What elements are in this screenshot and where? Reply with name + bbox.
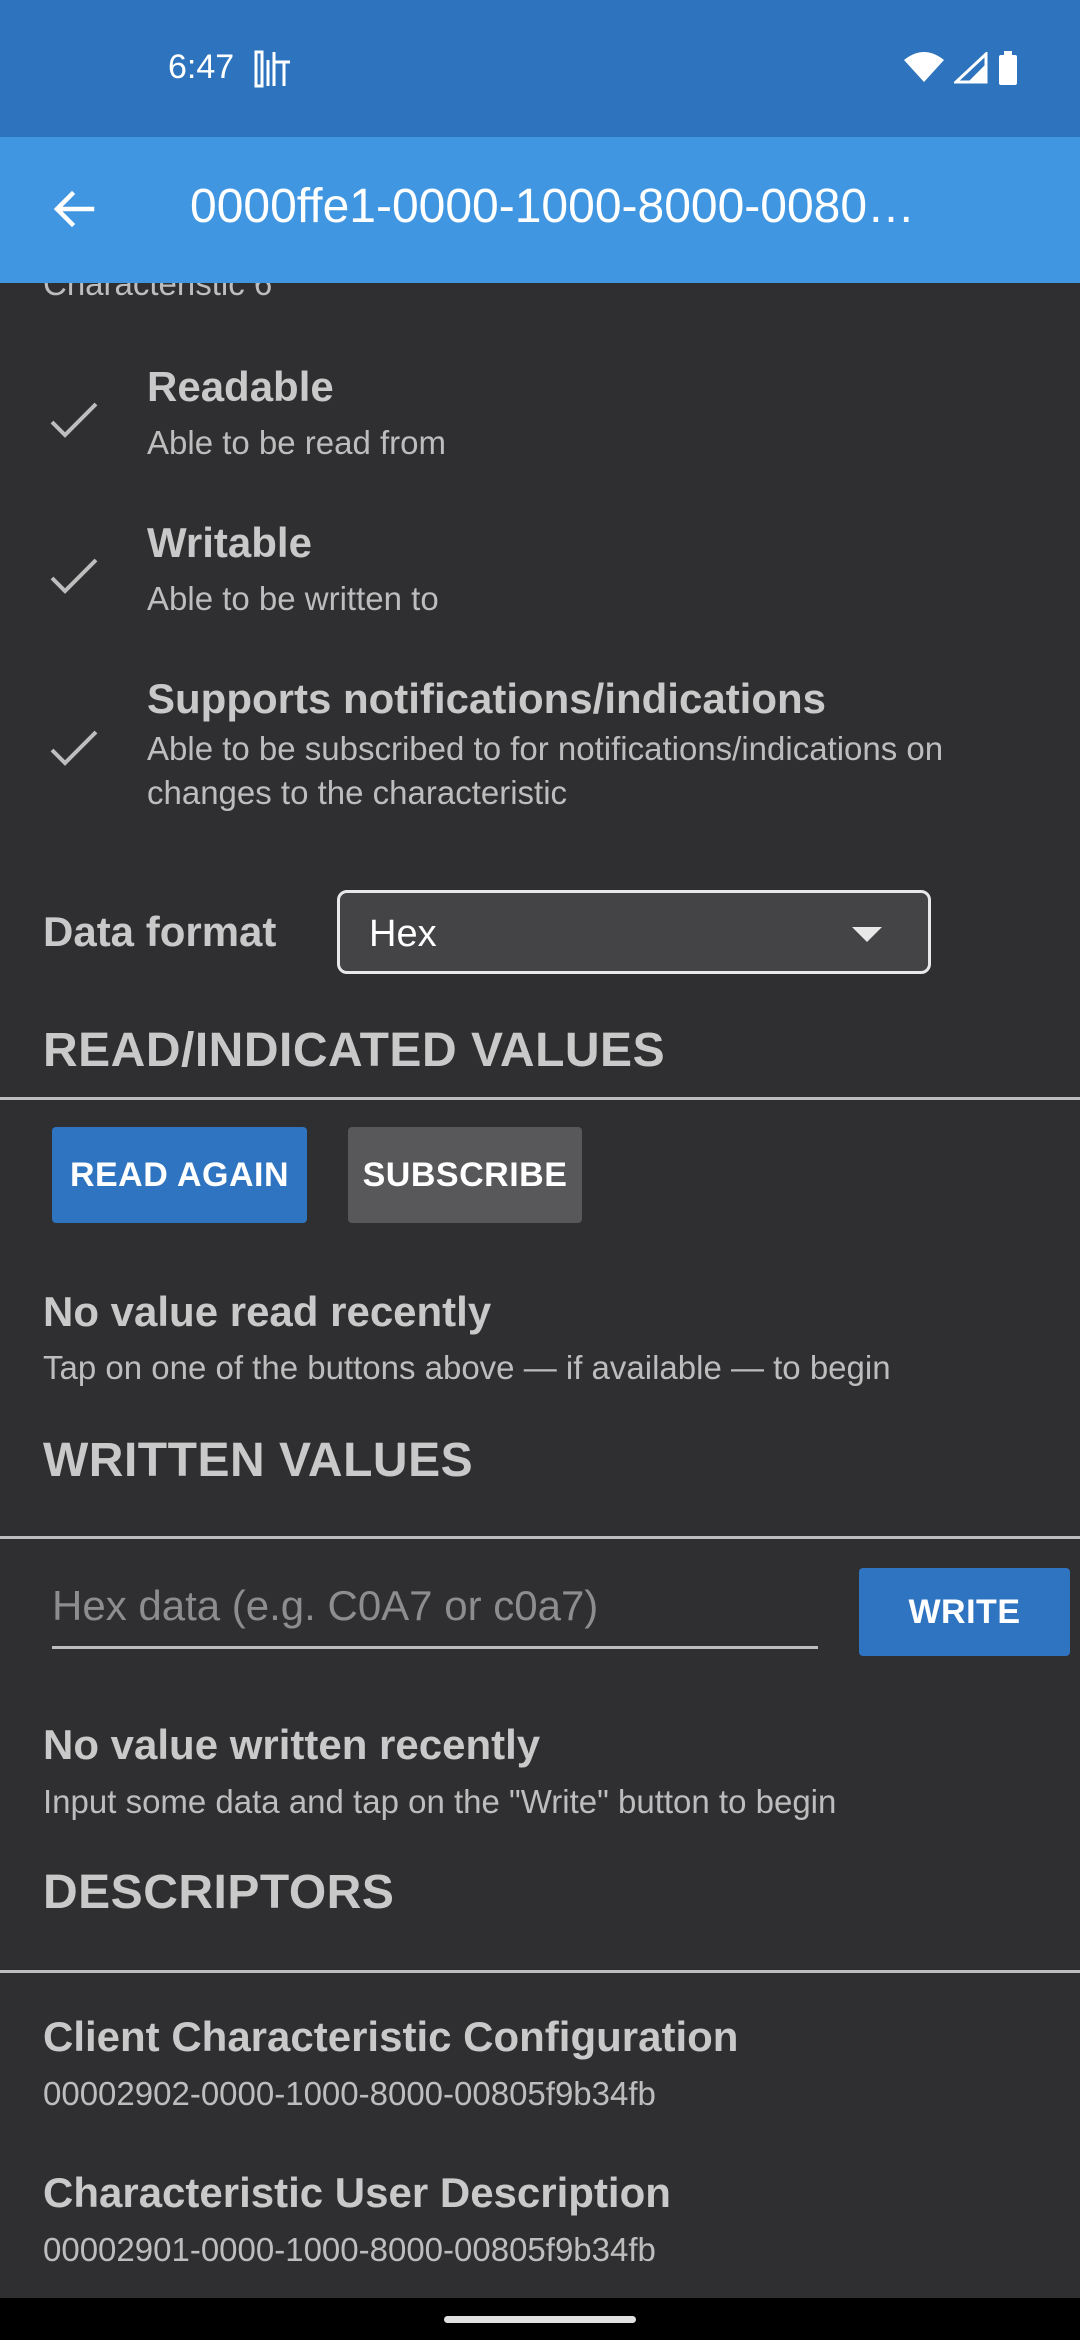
property-title: Supports notifications/indications [147, 675, 827, 722]
status-time: 6:47 [168, 48, 235, 86]
property-description: Able to be subscribed to for notificatio… [147, 730, 944, 811]
property-readable: Readable Able to be read from [0, 363, 1080, 473]
write-empty-title: No value written recently [43, 1721, 541, 1768]
descriptor-name: Characteristic User Description [43, 2169, 671, 2216]
app-bar: 0000ffe1-0000-1000-8000-0080… [0, 137, 1080, 283]
page-title: 0000ffe1-0000-1000-8000-0080… [190, 180, 916, 233]
read-again-button[interactable]: READ AGAIN [52, 1127, 307, 1223]
data-format-dropdown[interactable]: Hex [337, 890, 931, 974]
characteristic-details[interactable]: Characteristic 6 Readable Able to be rea… [0, 283, 1080, 2298]
arrow-back-icon [50, 185, 98, 238]
property-description: Able to be written to [147, 580, 439, 617]
descriptor-name: Client Characteristic Configuration [43, 2013, 739, 2060]
section-divider [0, 1097, 1080, 1100]
check-icon [46, 721, 102, 777]
property-writable: Writable Able to be written to [0, 519, 1080, 629]
read-section-header: READ/INDICATED VALUES [43, 1024, 666, 1077]
property-description: Able to be read from [147, 424, 446, 461]
read-empty-description: Tap on one of the buttons above — if ava… [43, 1349, 891, 1386]
check-icon [46, 393, 102, 449]
write-empty-description: Input some data and tap on the "Write" b… [43, 1783, 837, 1820]
battery-icon [998, 50, 1018, 90]
dropdown-arrow-icon [852, 927, 882, 942]
written-section-header: WRITTEN VALUES [43, 1434, 474, 1487]
data-format-value: Hex [369, 913, 437, 955]
property-notifications: Supports notifications/indications Able … [0, 675, 1080, 825]
descriptor-item[interactable]: Characteristic User Description 00002901… [43, 2169, 1043, 2269]
back-button[interactable] [36, 173, 112, 249]
descriptors-section-header: DESCRIPTORS [43, 1866, 395, 1919]
subscribe-button[interactable]: SUBSCRIBE [348, 1127, 582, 1223]
descriptor-uuid: 00002902-0000-1000-8000-00805f9b34fb [43, 2075, 656, 2112]
property-title: Readable [147, 363, 334, 410]
status-icons [904, 50, 1018, 90]
section-divider [0, 1536, 1080, 1539]
data-format-label: Data format [43, 908, 277, 955]
status-bar: 6:47 [0, 0, 1080, 137]
cellular-signal-icon [952, 50, 988, 89]
read-empty-title: No value read recently [43, 1288, 492, 1335]
hex-data-input[interactable] [52, 1565, 818, 1649]
section-divider [0, 1970, 1080, 1973]
property-title: Writable [147, 519, 312, 566]
navigation-bar [0, 2298, 1080, 2340]
descriptor-item[interactable]: Client Characteristic Configuration 0000… [43, 2013, 1043, 2113]
home-gesture-handle[interactable] [444, 2316, 636, 2323]
write-button[interactable]: WRITE [859, 1568, 1070, 1656]
descriptor-uuid: 00002901-0000-1000-8000-00805f9b34fb [43, 2231, 656, 2268]
wifi-icon [904, 51, 944, 89]
nfc-notification-icon [254, 50, 294, 88]
characteristic-subtitle: Characteristic 6 [43, 283, 273, 302]
check-icon [46, 549, 102, 605]
